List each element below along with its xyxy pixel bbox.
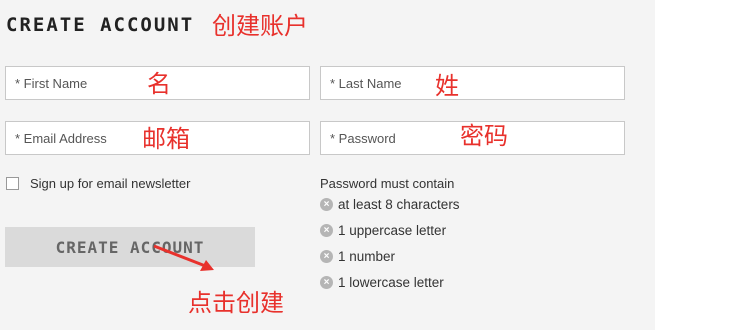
password-rule: × 1 uppercase letter [320,223,446,238]
email-placeholder: * Email Address [15,131,107,146]
password-rules-heading: Password must contain [320,176,455,191]
password-rule-label: 1 uppercase letter [338,223,447,238]
last-name-placeholder: * Last Name [330,76,402,91]
password-rule: × 1 number [320,249,395,264]
annotation-create-account: 创建账户 [212,12,308,40]
x-circle-icon: × [320,276,333,289]
x-circle-icon: × [320,198,333,211]
password-rule: × 1 lowercase letter [320,275,444,290]
annotation-first-name: 名 [147,70,171,98]
annotation-submit: 点击创建 [188,289,284,317]
x-circle-icon: × [320,224,333,237]
x-circle-icon: × [320,250,333,263]
password-placeholder: * Password [330,131,396,146]
password-rule-label: at least 8 characters [338,197,460,212]
annotation-arrow-icon [153,244,214,271]
first-name-placeholder: * First Name [15,76,88,91]
password-rule-label: 1 lowercase letter [338,275,444,290]
annotation-last-name: 姓 [435,72,459,100]
last-name-input[interactable]: * Last Name [320,66,625,100]
password-rule: × at least 8 characters [320,197,460,212]
newsletter-checkbox[interactable] [6,177,19,190]
annotation-password: 密码 [460,122,508,150]
annotation-email: 邮箱 [142,125,190,153]
password-rule-label: 1 number [338,249,396,264]
page-title: CREATE ACCOUNT [6,14,195,36]
newsletter-label: Sign up for email newsletter [30,176,191,191]
create-account-panel: CREATE ACCOUNT 创建账户 * First Name 名 * Las… [0,0,655,330]
